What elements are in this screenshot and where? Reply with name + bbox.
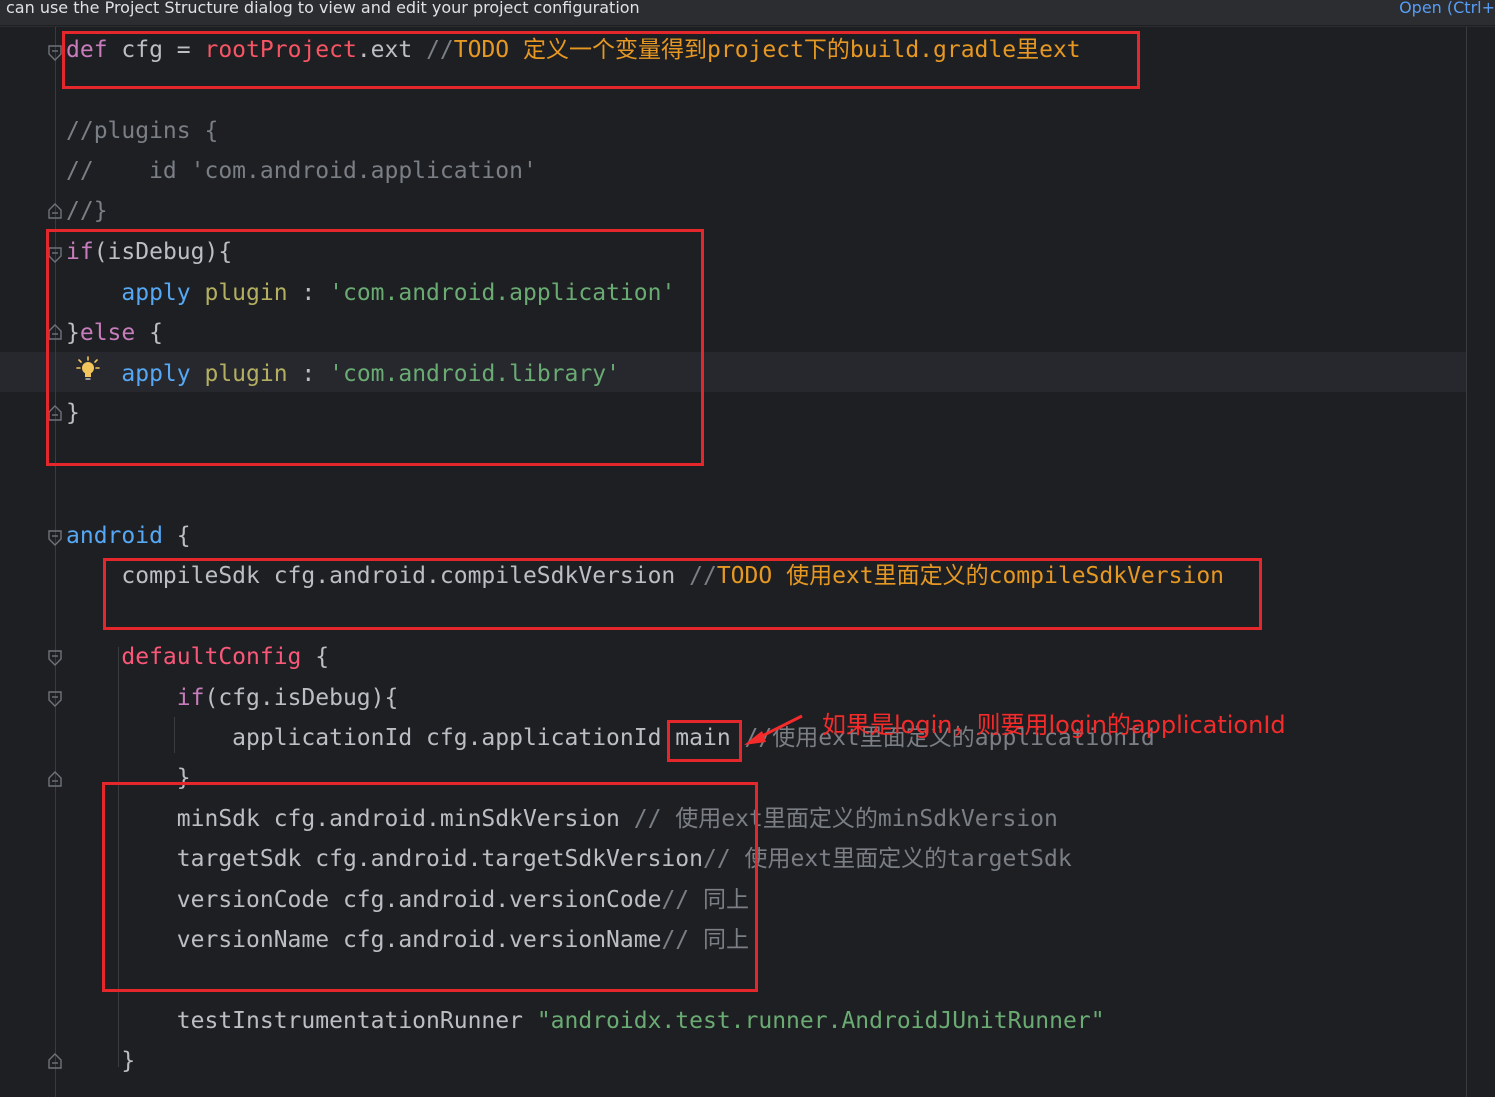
- code-line[interactable]: defaultConfig {: [66, 637, 329, 677]
- fold-marker-icon[interactable]: [47, 246, 63, 264]
- code-line[interactable]: }: [66, 393, 80, 433]
- fold-marker-icon[interactable]: [47, 404, 63, 422]
- code-line[interactable]: testInstrumentationRunner "androidx.test…: [66, 1001, 1105, 1041]
- fold-marker-icon[interactable]: [47, 1052, 63, 1070]
- code-line[interactable]: // id 'com.android.application': [66, 151, 537, 191]
- annotation-arrow-icon: [744, 714, 803, 745]
- code-line[interactable]: }else {: [66, 313, 163, 353]
- fold-marker-icon[interactable]: [47, 690, 63, 708]
- code-line[interactable]: }: [66, 1041, 135, 1081]
- fold-marker-icon[interactable]: [47, 323, 63, 341]
- code-line[interactable]: //plugins {: [66, 111, 218, 151]
- code-line[interactable]: targetSdk cfg.android.targetSdkVersion//…: [66, 839, 1072, 879]
- code-line[interactable]: android {: [66, 516, 191, 556]
- code-line[interactable]: minSdk cfg.android.minSdkVersion // 使用ex…: [66, 799, 1058, 839]
- code-line[interactable]: }: [66, 758, 191, 798]
- gutter-separator: [55, 27, 56, 1097]
- fold-marker-icon[interactable]: [47, 44, 63, 62]
- code-line[interactable]: def cfg = rootProject.ext //TODO 定义一个变量得…: [66, 30, 1081, 70]
- open-project-structure-link[interactable]: Open (Ctrl+: [1399, 0, 1495, 16]
- code-line[interactable]: if(cfg.isDebug){: [66, 678, 399, 718]
- code-line[interactable]: if(isDebug){: [66, 232, 232, 272]
- fold-marker-icon[interactable]: [47, 770, 63, 788]
- right-margin-guide: [1466, 27, 1467, 1097]
- code-editor[interactable]: def cfg = rootProject.ext //TODO 定义一个变量得…: [0, 27, 1495, 1097]
- annotation-text: 如果是login，则要用login的applicationId: [822, 711, 1286, 739]
- fold-marker-icon[interactable]: [47, 202, 63, 220]
- notification-message: can use the Project Structure dialog to …: [6, 0, 640, 17]
- code-line[interactable]: apply plugin : 'com.android.application': [66, 273, 675, 313]
- fold-marker-icon[interactable]: [47, 649, 63, 667]
- code-line[interactable]: versionName cfg.android.versionName// 同上: [66, 920, 749, 960]
- notification-bar: can use the Project Structure dialog to …: [0, 0, 1495, 26]
- code-line[interactable]: //}: [66, 191, 108, 231]
- code-line[interactable]: apply plugin : 'com.android.library': [66, 354, 620, 394]
- code-line[interactable]: compileSdk cfg.android.compileSdkVersion…: [66, 556, 1224, 596]
- code-line[interactable]: versionCode cfg.android.versionCode// 同上: [66, 880, 749, 920]
- fold-marker-icon[interactable]: [47, 529, 63, 547]
